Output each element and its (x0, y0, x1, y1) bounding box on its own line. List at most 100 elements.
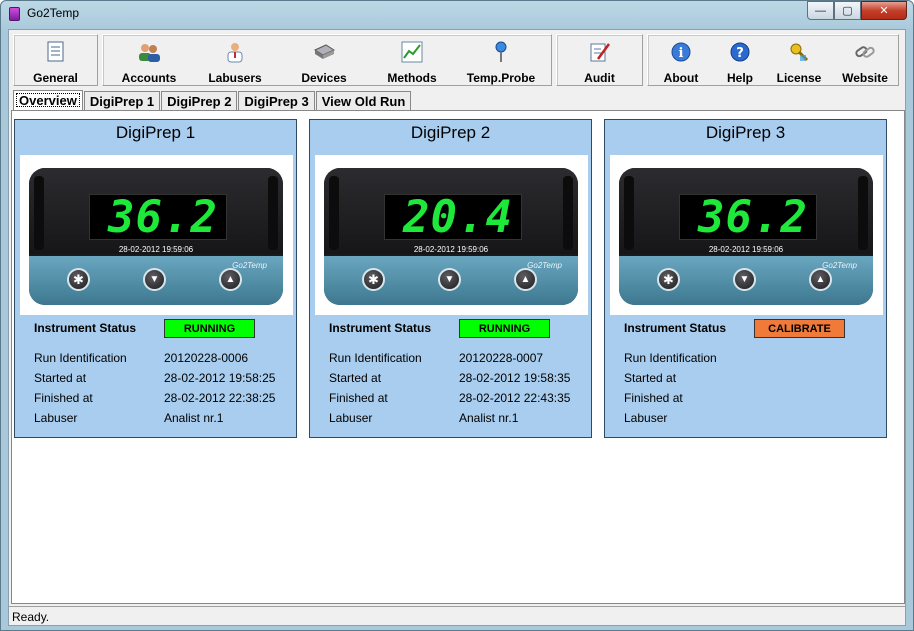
temperature-controller: 36.2 28-02-2012 19:59:06 Go2Temp ✱ ▼ ▲ (619, 168, 873, 305)
finished-label: Finished at (624, 391, 683, 405)
device-brand: Go2Temp (822, 261, 857, 270)
labuser-label: Labuser (34, 411, 78, 425)
panel-title: DigiPrep 3 (705, 123, 786, 142)
license-button[interactable]: License (766, 35, 832, 85)
labusers-button[interactable]: Labusers (195, 35, 275, 85)
toolbar-group-main: Accounts Labusers Devices Methods Temp.P… (102, 34, 552, 86)
devices-button[interactable]: Devices (275, 35, 373, 85)
run-id-value: 20120228-0007 (459, 351, 544, 365)
key-icon (787, 40, 811, 64)
general-button[interactable]: General (14, 35, 97, 85)
star-key-icon: ✱ (657, 268, 680, 291)
device-icon (312, 40, 336, 64)
device-image: 36.2 28-02-2012 19:59:06 Go2Temp ✱ ▼ ▲ (20, 155, 293, 315)
tab-overview[interactable]: Overview (13, 90, 83, 110)
probe-icon (489, 40, 513, 64)
svg-text:?: ? (736, 46, 744, 61)
run-id-label: Run Identification (329, 351, 422, 365)
audit-label: Audit (584, 71, 615, 85)
digiprep-panel: DigiPrep 1 36.2 28-02-2012 19:59:06 Go2T… (14, 119, 297, 438)
labuser-value: Analist nr.1 (164, 411, 224, 425)
help-button[interactable]: ? Help (714, 35, 766, 85)
finished-label: Finished at (34, 391, 93, 405)
display-timestamp: 28-02-2012 19:59:06 (708, 245, 784, 254)
temperature-controller: 20.4 28-02-2012 19:59:06 Go2Temp ✱ ▼ ▲ (324, 168, 578, 305)
temperature-readout: 36.2 (698, 192, 808, 243)
general-label: General (33, 71, 78, 85)
up-key-icon: ▲ (809, 268, 832, 291)
up-key-icon: ▲ (219, 268, 242, 291)
link-icon (853, 40, 877, 64)
toolbar: General Accounts Labusers Devices Method… (13, 34, 903, 86)
about-label: About (663, 71, 699, 85)
run-id-label: Run Identification (34, 351, 127, 365)
started-label: Started at (329, 371, 382, 385)
document-icon (44, 40, 68, 64)
device-image: 36.2 28-02-2012 19:59:06 Go2Temp ✱ ▼ ▲ (610, 155, 883, 315)
chart-icon (400, 40, 424, 64)
help-label: Help (726, 71, 753, 85)
status-bar: Ready. (9, 606, 905, 625)
tab-bar: Overview DigiPrep 1 DigiPrep 2 DigiPrep … (13, 90, 412, 110)
about-button[interactable]: i About (648, 35, 714, 85)
started-value: 28-02-2012 19:58:35 (459, 371, 571, 385)
svg-text:i: i (679, 46, 684, 61)
accounts-button[interactable]: Accounts (103, 35, 195, 85)
status-badge: CALIBRATE (754, 319, 845, 338)
methods-button[interactable]: Methods (373, 35, 451, 85)
device-brand: Go2Temp (232, 261, 267, 270)
license-label: License (776, 71, 822, 85)
window-title: Go2Temp (27, 6, 80, 20)
started-value: 28-02-2012 19:58:25 (164, 371, 276, 385)
device-image: 20.4 28-02-2012 19:59:06 Go2Temp ✱ ▼ ▲ (315, 155, 588, 315)
started-label: Started at (624, 371, 677, 385)
devices-label: Devices (301, 71, 347, 85)
website-button[interactable]: Website (832, 35, 898, 85)
audit-button[interactable]: Audit (557, 35, 642, 85)
finished-label: Finished at (329, 391, 388, 405)
temp-probe-label: Temp.Probe (466, 71, 536, 85)
lcd-display: 20.4 (384, 192, 522, 243)
tab-view-old-run[interactable]: View Old Run (315, 91, 412, 110)
minimize-button[interactable]: — (807, 1, 834, 20)
up-key-icon: ▲ (514, 268, 537, 291)
run-id-label: Run Identification (624, 351, 717, 365)
maximize-button[interactable]: ▢ (834, 1, 861, 20)
temperature-readout: 20.4 (403, 192, 513, 243)
toolbar-group-audit: Audit (556, 34, 643, 86)
labusers-label: Labusers (208, 71, 262, 85)
title-bar[interactable]: Go2Temp — ▢ ✕ (1, 1, 913, 27)
overview-pane: DigiPrep 1 36.2 28-02-2012 19:59:06 Go2T… (11, 110, 905, 604)
client-area: General Accounts Labusers Devices Method… (8, 29, 906, 626)
lcd-display: 36.2 (89, 192, 227, 243)
tab-digiprep-2[interactable]: DigiPrep 2 (161, 91, 238, 110)
audit-icon (588, 40, 612, 64)
tab-digiprep-1[interactable]: DigiPrep 1 (83, 91, 161, 110)
website-label: Website (842, 71, 888, 85)
tab-digiprep-3[interactable]: DigiPrep 3 (238, 91, 315, 110)
temp-probe-button[interactable]: Temp.Probe (451, 35, 551, 85)
star-key-icon: ✱ (362, 268, 385, 291)
device-brand: Go2Temp (527, 261, 562, 270)
status-badge: RUNNING (459, 319, 550, 338)
help-icon: ? (728, 40, 752, 64)
temperature-controller: 36.2 28-02-2012 19:59:06 Go2Temp ✱ ▼ ▲ (29, 168, 283, 305)
down-key-icon: ▼ (143, 268, 166, 291)
finished-value: 28-02-2012 22:43:35 (459, 391, 571, 405)
panel-title: DigiPrep 1 (115, 123, 196, 142)
finished-value: 28-02-2012 22:38:25 (164, 391, 276, 405)
down-key-icon: ▼ (733, 268, 756, 291)
accounts-label: Accounts (121, 71, 177, 85)
instrument-status-label: Instrument Status (624, 321, 727, 335)
info-icon: i (669, 40, 693, 64)
labuser-icon (223, 40, 247, 64)
toolbar-group-general: General (13, 34, 98, 86)
lcd-display: 36.2 (679, 192, 817, 243)
started-label: Started at (34, 371, 87, 385)
digiprep-panel: DigiPrep 3 36.2 28-02-2012 19:59:06 Go2T… (604, 119, 887, 438)
close-button[interactable]: ✕ (861, 1, 907, 20)
labuser-label: Labuser (624, 411, 668, 425)
app-icon (9, 7, 20, 21)
run-id-value: 20120228-0006 (164, 351, 249, 365)
down-key-icon: ▼ (438, 268, 461, 291)
